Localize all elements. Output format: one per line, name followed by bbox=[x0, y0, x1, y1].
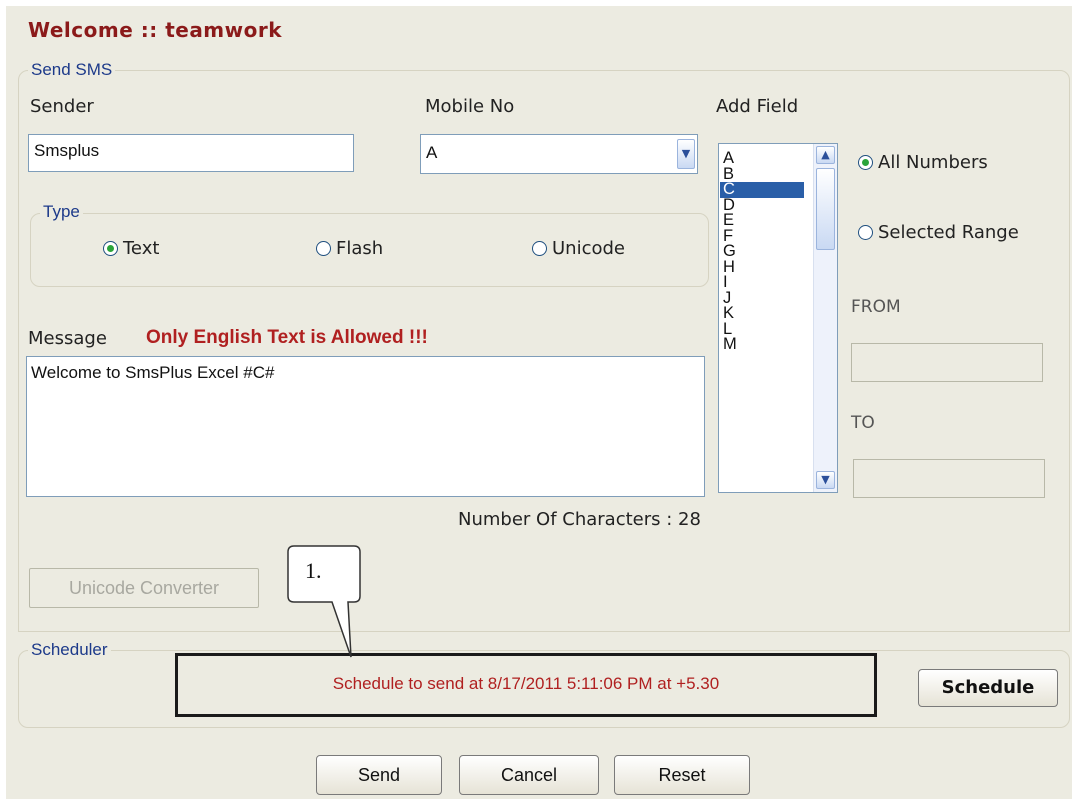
scroll-thumb[interactable] bbox=[816, 168, 835, 250]
char-count: Number Of Characters : 28 bbox=[458, 509, 701, 530]
callout-bubble-shape bbox=[287, 545, 361, 658]
scheduler-legend: Scheduler bbox=[28, 640, 111, 660]
radio-type-unicode[interactable]: Unicode bbox=[532, 238, 625, 259]
radio-icon-all-numbers bbox=[858, 155, 873, 170]
radio-type-text[interactable]: Text bbox=[103, 238, 159, 259]
schedule-button[interactable]: Schedule bbox=[918, 669, 1058, 707]
radio-type-flash[interactable]: Flash bbox=[316, 238, 383, 259]
send-button[interactable]: Send bbox=[316, 755, 442, 795]
to-input[interactable] bbox=[853, 459, 1045, 498]
sender-label: Sender bbox=[30, 96, 94, 117]
reset-button[interactable]: Reset bbox=[614, 755, 750, 795]
scroll-up-icon[interactable]: ▲ bbox=[816, 146, 835, 164]
add-field-listbox[interactable]: ABCDEFGHIJKLM ▲ ▼ bbox=[718, 143, 838, 493]
from-label: FROM bbox=[851, 297, 901, 317]
radio-selected-range[interactable]: Selected Range bbox=[858, 222, 1019, 243]
add-field-list: ABCDEFGHIJKLM bbox=[720, 150, 804, 353]
message-textarea[interactable]: Welcome to SmsPlus Excel #C# bbox=[26, 356, 705, 497]
chevron-down-icon[interactable]: ▼ bbox=[677, 139, 695, 169]
callout-annotation bbox=[287, 545, 361, 658]
radio-all-numbers[interactable]: All Numbers bbox=[858, 152, 988, 173]
radio-icon-selected-range bbox=[858, 225, 873, 240]
add-field-item[interactable]: M bbox=[720, 336, 804, 353]
callout-label: 1. bbox=[305, 558, 322, 583]
schedule-status-text: Schedule to send at 8/17/2011 5:11:06 PM… bbox=[332, 674, 720, 693]
scroll-down-icon[interactable]: ▼ bbox=[816, 471, 835, 489]
mobile-select-value: A bbox=[426, 143, 438, 162]
all-numbers-label: All Numbers bbox=[878, 152, 988, 173]
message-warning: Only English Text is Allowed !!! bbox=[146, 327, 428, 348]
list-scrollbar[interactable]: ▲ ▼ bbox=[813, 144, 837, 492]
send-sms-legend: Send SMS bbox=[28, 60, 116, 80]
cancel-button[interactable]: Cancel bbox=[459, 755, 599, 795]
message-label: Message bbox=[28, 328, 107, 349]
radio-icon-unicode bbox=[532, 241, 547, 256]
add-field-item[interactable]: K bbox=[720, 305, 804, 322]
unicode-converter-button[interactable]: Unicode Converter bbox=[29, 568, 259, 608]
add-field-item[interactable]: I bbox=[720, 274, 804, 291]
schedule-status-box: Schedule to send at 8/17/2011 5:11:06 PM… bbox=[175, 653, 877, 717]
selected-range-label: Selected Range bbox=[878, 222, 1019, 243]
to-label: TO bbox=[851, 413, 875, 433]
sender-input[interactable]: Smsplus bbox=[28, 134, 354, 172]
from-input[interactable] bbox=[851, 343, 1043, 382]
type-legend: Type bbox=[40, 202, 83, 222]
type-flash-label: Flash bbox=[336, 238, 384, 259]
add-field-label: Add Field bbox=[716, 96, 799, 117]
type-unicode-label: Unicode bbox=[552, 238, 625, 259]
radio-icon-flash bbox=[316, 241, 331, 256]
radio-icon-text bbox=[103, 241, 118, 256]
page-title: Welcome :: teamwork bbox=[28, 18, 283, 42]
mobile-select[interactable]: A bbox=[420, 134, 698, 174]
type-text-label: Text bbox=[123, 238, 160, 259]
add-field-item[interactable]: H bbox=[720, 259, 804, 276]
mobile-label: Mobile No bbox=[425, 96, 515, 117]
